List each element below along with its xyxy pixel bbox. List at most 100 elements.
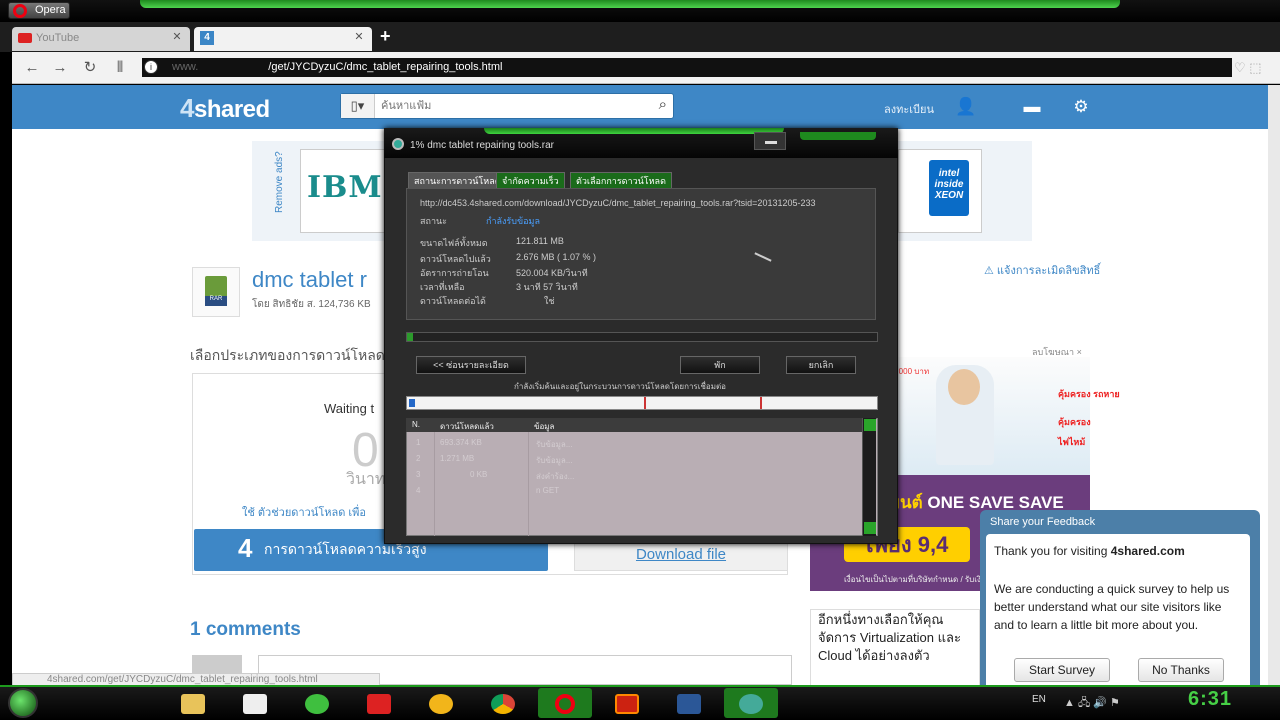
- feedback-title: Share your Feedback: [990, 516, 1096, 528]
- tray-icons[interactable]: ▲ 🖧 🔊 ⚑: [1064, 694, 1120, 713]
- scroll-up-icon[interactable]: [864, 419, 876, 431]
- clock[interactable]: 6:31: [1188, 688, 1232, 711]
- idm-window-controls[interactable]: [800, 132, 876, 140]
- opera-menu-button[interactable]: Opera: [8, 2, 70, 19]
- file-meta: โดย สิทธิชัย ส. 124,736 KB: [252, 299, 371, 310]
- close-tab-icon[interactable]: ✕: [170, 31, 184, 45]
- back-icon[interactable]: ←: [22, 58, 42, 78]
- download-type-heading: เลือกประเภทของการดาวน์โหลด: [190, 347, 385, 363]
- table-cell-downloaded: 0 KB: [470, 470, 488, 479]
- idm-table-header: N. ดาวน์โหลดแล้ว ข้อมูล: [406, 418, 862, 432]
- opera-menu-label: Opera: [35, 4, 66, 16]
- taskbar-app[interactable]: [228, 688, 282, 718]
- idm-table-scrollbar[interactable]: [862, 418, 876, 536]
- table-cell-info: n GET: [536, 486, 560, 495]
- login-link[interactable]: ลงทะเบียน: [884, 100, 934, 118]
- no-thanks-button[interactable]: No Thanks: [1138, 658, 1224, 682]
- opera-icon: [555, 694, 575, 714]
- idm-file-size-label: ขนาดไฟล์ทั้งหมด: [420, 238, 488, 248]
- 4shared-favicon-icon: 4: [200, 31, 214, 45]
- site-info-icon[interactable]: i: [144, 60, 158, 74]
- column-divider: [528, 432, 529, 536]
- language-indicator[interactable]: EN: [1032, 694, 1046, 705]
- url-path: /get/JYCDyzuC/dmc_tablet_repairing_tools…: [268, 61, 503, 73]
- tab-4shared[interactable]: 4 ✕: [194, 27, 372, 51]
- start-survey-button[interactable]: Start Survey: [1014, 658, 1110, 682]
- minimize-icon[interactable]: [754, 132, 786, 150]
- col-header-info: ข้อมูล: [534, 422, 555, 431]
- waiting-text: Waiting t: [324, 401, 375, 416]
- search-icon[interactable]: ⌕: [659, 96, 667, 113]
- idm-resume-label: ดาวน์โหลดต่อได้: [420, 296, 486, 306]
- feedback-thanks: Thank you for visiting 4shared.com: [994, 544, 1185, 558]
- scroll-down-icon[interactable]: [864, 522, 876, 534]
- table-cell-info: รับข้อมูล...: [536, 440, 573, 449]
- taskbar-idm[interactable]: [724, 688, 778, 718]
- taskbar-app2[interactable]: [414, 688, 468, 718]
- bookmark-icon[interactable]: ♡ ⬚: [1234, 60, 1262, 76]
- idm-time-left-value: 3 นาที 57 วินาที: [516, 282, 578, 292]
- idm-status-value: กำลังรับข้อมูล: [486, 216, 540, 226]
- table-cell-n: 4: [416, 486, 421, 495]
- new-tab-button[interactable]: +: [380, 26, 391, 47]
- col-header-downloaded: ดาวน์โหลดแล้ว: [440, 422, 494, 431]
- 4shared-logo[interactable]: 4shared: [180, 93, 270, 124]
- segment-marker: [644, 397, 646, 409]
- intel-logo: intel inside XEON: [929, 160, 969, 216]
- table-cell-downloaded: 1.271 MB: [440, 454, 475, 463]
- ad-person-head: [948, 369, 980, 405]
- column-divider: [434, 432, 435, 536]
- taskbar-chrome[interactable]: [476, 688, 530, 718]
- chrome-icon: [491, 694, 515, 714]
- search-box: ▯▾ ⌕: [340, 93, 674, 119]
- page-scrollbar[interactable]: [1268, 85, 1280, 685]
- taskbar-word[interactable]: [662, 688, 716, 718]
- taskbar-recorder[interactable]: [600, 688, 654, 718]
- gear-icon[interactable]: ⚙: [1069, 95, 1093, 119]
- forward-icon[interactable]: →: [50, 58, 70, 78]
- status-bar-url: 4shared.com/get/JYCDyzuC/dmc_tablet_repa…: [12, 673, 380, 685]
- youtube-favicon-icon: [18, 33, 32, 43]
- table-cell-n: 1: [416, 438, 421, 447]
- start-button[interactable]: [8, 688, 38, 718]
- idm-app-icon: [392, 138, 404, 150]
- logo-text: shared: [193, 96, 270, 123]
- file-type-dropdown[interactable]: ▯▾: [341, 94, 375, 118]
- rar-file-icon: RAR: [192, 267, 240, 317]
- tab-youtube[interactable]: YouTube ✕: [12, 27, 190, 51]
- remove-ads-link[interactable]: Remove ads?: [274, 151, 285, 213]
- tab-label: YouTube: [36, 32, 80, 44]
- reload-icon[interactable]: ↻: [80, 58, 100, 78]
- report-abuse-link[interactable]: ⚠ แจ้งการละเมิดลิขสิทธิ์: [984, 261, 1100, 279]
- ad-label-cover: คุ้มครอง: [1058, 417, 1091, 427]
- idm-accent-line: [484, 128, 784, 134]
- ad-fine-print: เงื่อนไขเป็นไปตามที่บริษัทกำหนด / รับเงิ…: [844, 575, 998, 584]
- folder-icon: [181, 694, 205, 714]
- tab-speed-limiter[interactable]: จำกัดความเร็ว: [496, 172, 565, 188]
- taskbar-line[interactable]: [290, 688, 344, 718]
- tree-icon: [243, 694, 267, 714]
- hide-details-button[interactable]: << ซ่อนรายละเอียด: [416, 356, 526, 374]
- speed-dial-icon[interactable]: ⫴: [110, 58, 130, 78]
- table-cell-n: 2: [416, 454, 421, 463]
- cancel-button[interactable]: ยกเลิก: [786, 356, 856, 374]
- idm-download-url: http://dc453.4shared.com/download/JYCDyz…: [420, 198, 816, 208]
- idm-transfer-rate-label: อัตราการถ่ายโอน: [420, 268, 489, 278]
- seconds-label: วินาท: [346, 471, 386, 488]
- url-input[interactable]: www. /get/JYCDyzuC/dmc_tablet_repairing_t…: [142, 58, 1232, 77]
- taskbar-explorer[interactable]: [166, 688, 220, 718]
- feedback-survey-text: We are conducting a quick survey to help…: [994, 582, 1230, 632]
- idm-file-size-value: 121.811 MB: [516, 236, 564, 246]
- taskbar-downloader[interactable]: [352, 688, 406, 718]
- user-avatar-icon[interactable]: 👤: [954, 95, 978, 119]
- chat-icon[interactable]: ▬: [1020, 95, 1044, 119]
- intel-ad[interactable]: intel inside XEON: [898, 149, 982, 233]
- tab-download-options[interactable]: ตัวเลือกการดาวน์โหลด: [570, 172, 672, 188]
- pause-button[interactable]: พัก: [680, 356, 760, 374]
- search-input[interactable]: [381, 97, 631, 115]
- col-header-n: N.: [412, 420, 420, 429]
- close-tab-icon[interactable]: ✕: [352, 31, 366, 45]
- taskbar-opera[interactable]: [538, 688, 592, 718]
- tab-download-status[interactable]: สถานะการดาวน์โหลด: [408, 172, 507, 188]
- idm-title: 1% dmc tablet repairing tools.rar: [410, 140, 554, 151]
